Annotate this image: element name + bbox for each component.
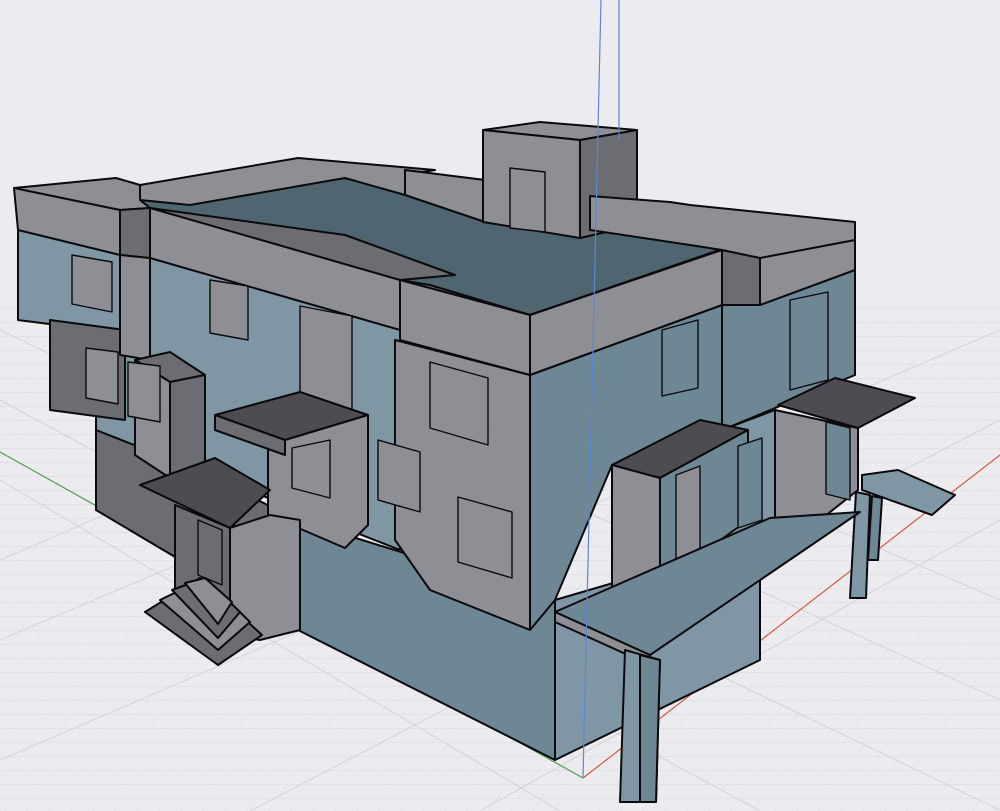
parapet-left-side (119, 207, 151, 259)
door-middle-right-2[interactable] (737, 437, 763, 529)
right-wing-door[interactable] (789, 291, 829, 391)
entrance-door[interactable] (197, 519, 223, 586)
window-balcony[interactable] (291, 439, 331, 499)
window-right-1[interactable] (661, 319, 699, 397)
window-front-3[interactable] (377, 439, 421, 513)
door-right[interactable] (825, 421, 851, 501)
scene-canvas[interactable] (0, 0, 1000, 811)
window-left-1[interactable] (71, 254, 113, 313)
window-left-2[interactable] (85, 347, 119, 405)
window-left-3[interactable] (127, 361, 161, 423)
parapet-corner-right (721, 249, 761, 306)
left-column-front (119, 254, 151, 361)
window-left-4[interactable] (209, 279, 249, 341)
3d-viewport[interactable] (0, 0, 1000, 811)
stair-tower-door[interactable] (509, 167, 546, 233)
porch-front-post-side (639, 654, 661, 803)
